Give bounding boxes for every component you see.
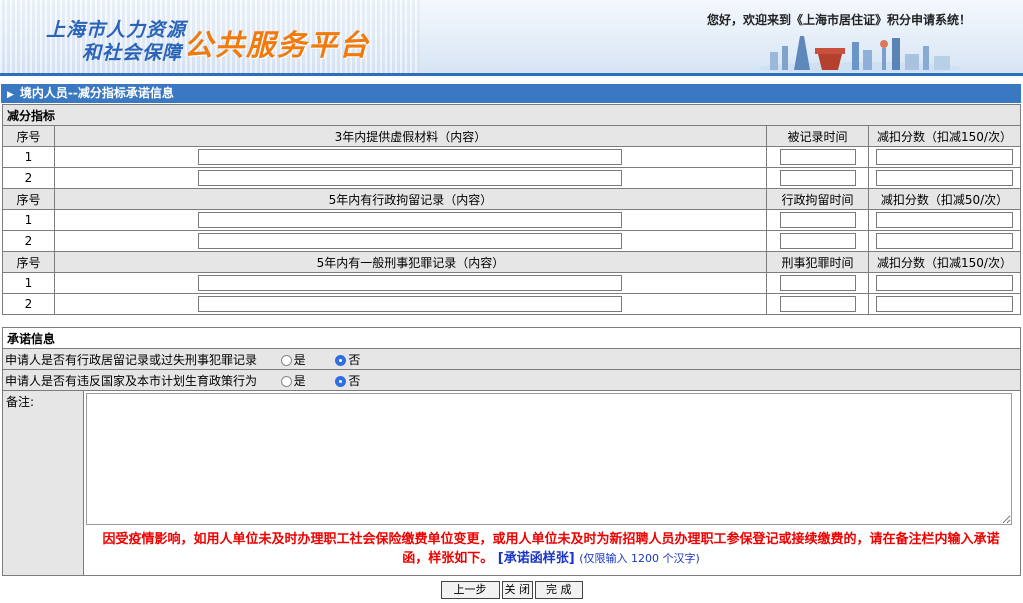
close-button[interactable]: 关 闭 xyxy=(501,581,533,599)
radio-unchecked-icon xyxy=(280,375,292,387)
prev-step-button[interactable]: 上一步 xyxy=(440,581,500,599)
notice-text: 因受疫情影响，如用人单位未及时办理职工社会保险缴费单位变更，或用人单位未及时为新… xyxy=(86,528,1016,570)
finish-button[interactable]: 完 成 xyxy=(535,581,583,599)
logo-platform-text: 公共服务平台 xyxy=(184,28,371,62)
welcome-message: 您好，欢迎来到《上海市居住证》积分申请系统！ xyxy=(707,13,972,27)
row-number: 1 xyxy=(2,209,55,231)
false-materials-content-input-1[interactable] xyxy=(198,149,623,165)
radio-q1-no[interactable]: 否 xyxy=(335,353,360,367)
city-skyline-image xyxy=(760,36,960,72)
page-header: 上海市人力资源 和社会保障 公共服务平台 您好，欢迎来到《上海市居住证》积分申请… xyxy=(0,0,1023,74)
criminal-time-header: 刑事犯罪时间 xyxy=(766,251,870,273)
section-title: 境内人员--减分指标承诺信息 xyxy=(19,86,174,100)
deduction-table: 减分指标 序号 3年内提供虚假材料（内容） 被记录时间 减扣分数（扣减150/次… xyxy=(2,104,1021,315)
detention-score-input-2[interactable] xyxy=(876,233,1013,249)
seq-header: 序号 xyxy=(2,251,55,273)
radio-label-no: 否 xyxy=(348,373,361,388)
notes-textarea[interactable] xyxy=(86,393,1013,525)
row-number: 2 xyxy=(2,293,55,315)
question-detention-criminal: 申请人是否有行政居留记录或过失刑事犯罪记录 xyxy=(5,352,258,367)
deduct-score-header: 减扣分数（扣减50/次） xyxy=(868,188,1021,210)
triangle-right-icon: ▶ xyxy=(7,90,14,100)
detention-time-input-1[interactable] xyxy=(779,212,856,228)
radio-label-no: 否 xyxy=(348,352,361,367)
button-bar: 上一步关 闭完 成 xyxy=(0,581,1023,599)
deduct-score-header: 减扣分数（扣减150/次） xyxy=(868,125,1021,147)
false-materials-header: 3年内提供虚假材料（内容） xyxy=(53,125,768,147)
commitment-letter-sample-link[interactable]: [承诺函样张] xyxy=(498,551,575,566)
commitment-table: 承诺信息 申请人是否有行政居留记录或过失刑事犯罪记录 是 否 申请人是否有违反国… xyxy=(1,327,1021,576)
radio-checked-icon xyxy=(335,375,347,387)
deduction-title: 减分指标 xyxy=(2,104,1021,126)
radio-unchecked-icon xyxy=(280,354,292,366)
recorded-time-input-1[interactable] xyxy=(779,149,856,165)
criminal-time-input-1[interactable] xyxy=(779,275,856,291)
detention-content-input-1[interactable] xyxy=(198,212,623,228)
deduct-score-header: 减扣分数（扣减150/次） xyxy=(868,251,1021,273)
criminal-score-input-1[interactable] xyxy=(876,275,1013,291)
criminal-content-input-2[interactable] xyxy=(198,296,623,312)
question-family-planning: 申请人是否有违反国家及本市计划生育政策行为 xyxy=(5,373,258,388)
criminal-score-input-2[interactable] xyxy=(876,296,1013,312)
recorded-time-input-2[interactable] xyxy=(779,170,856,186)
row-number: 1 xyxy=(2,146,55,168)
row-number: 2 xyxy=(2,167,55,189)
seq-header: 序号 xyxy=(2,125,55,147)
seq-header: 序号 xyxy=(2,188,55,210)
radio-label-yes: 是 xyxy=(293,373,306,388)
false-materials-content-input-2[interactable] xyxy=(198,170,623,186)
radio-q2-yes[interactable]: 是 xyxy=(280,373,306,388)
detention-header: 5年内有行政拘留记录（内容） xyxy=(53,188,768,210)
detention-time-header: 行政拘留时间 xyxy=(766,188,870,210)
criminal-content-input-1[interactable] xyxy=(198,275,623,291)
logo-text-line2: 和社会保障 xyxy=(82,42,183,64)
row-number: 2 xyxy=(2,230,55,252)
radio-checked-icon xyxy=(335,354,347,366)
criminal-time-input-2[interactable] xyxy=(779,296,856,312)
detention-score-input-1[interactable] xyxy=(876,212,1013,228)
input-limit-hint: (仅限输入 1200 个汉字) xyxy=(579,552,700,565)
notes-label: 备注: xyxy=(1,390,85,576)
row-number: 1 xyxy=(2,272,55,294)
commitment-title: 承诺信息 xyxy=(2,327,1021,349)
section-title-bar: ▶ 境内人员--减分指标承诺信息 xyxy=(1,84,1021,103)
radio-label-yes: 是 xyxy=(293,352,306,367)
deduct-score-input-1[interactable] xyxy=(876,149,1013,165)
deduct-score-input-2[interactable] xyxy=(876,170,1013,186)
detention-time-input-2[interactable] xyxy=(779,233,856,249)
radio-q1-yes[interactable]: 是 xyxy=(280,352,306,367)
criminal-record-header: 5年内有一般刑事犯罪记录（内容） xyxy=(53,251,768,273)
detention-content-input-2[interactable] xyxy=(198,233,623,249)
header-divider xyxy=(0,73,1023,76)
recorded-time-header: 被记录时间 xyxy=(766,125,870,147)
radio-q2-no[interactable]: 否 xyxy=(335,374,360,388)
